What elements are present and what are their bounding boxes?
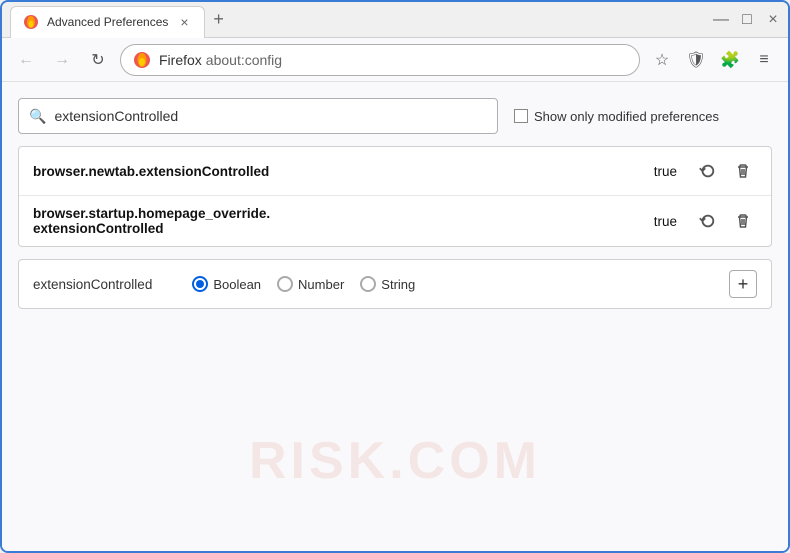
- main-content: RISK.COM 🔍 Show only modified preference…: [2, 82, 788, 551]
- add-preference-row: extensionControlled Boolean Number: [18, 259, 772, 309]
- string-label: String: [381, 277, 415, 292]
- extension-icon[interactable]: 🧩: [716, 46, 744, 74]
- address-url: about:config: [206, 52, 282, 68]
- address-text: Firefox about:config: [159, 52, 282, 68]
- results-table: browser.newtab.extensionControlled true: [18, 146, 772, 247]
- reset-button-2[interactable]: [693, 207, 721, 235]
- modified-only-label: Show only modified preferences: [534, 109, 719, 124]
- number-label: Number: [298, 277, 344, 292]
- bookmark-icon[interactable]: ☆: [648, 46, 676, 74]
- boolean-radio[interactable]: [192, 276, 208, 292]
- address-bar[interactable]: Firefox about:config: [120, 44, 640, 76]
- forward-button[interactable]: →: [48, 46, 76, 74]
- close-button[interactable]: ×: [766, 13, 780, 27]
- browser-tab[interactable]: Advanced Preferences ×: [10, 6, 205, 38]
- add-preference-button[interactable]: +: [729, 270, 757, 298]
- number-radio-label[interactable]: Number: [277, 276, 344, 292]
- result-actions-2: [693, 207, 757, 235]
- result-value-1: true: [654, 164, 677, 179]
- result-actions-1: [693, 157, 757, 185]
- boolean-radio-label[interactable]: Boolean: [192, 276, 261, 292]
- back-button[interactable]: ←: [12, 46, 40, 74]
- table-row: browser.startup.homepage_override. exten…: [19, 196, 771, 246]
- result-value-2: true: [654, 214, 677, 229]
- browser-window: Advanced Preferences × + — □ × ← → ↻ Fir…: [0, 0, 790, 553]
- reset-button-1[interactable]: [693, 157, 721, 185]
- search-input[interactable]: [54, 108, 487, 124]
- toolbar-icons: ☆ 🛡 🧩 ≡: [648, 46, 778, 74]
- delete-button-2[interactable]: [729, 207, 757, 235]
- tab-favicon: [23, 14, 39, 30]
- boolean-radio-inner: [196, 280, 204, 288]
- modified-only-checkbox-label[interactable]: Show only modified preferences: [514, 109, 719, 124]
- minimize-button[interactable]: —: [714, 13, 728, 27]
- watermark: RISK.COM: [249, 431, 541, 491]
- table-row: browser.newtab.extensionControlled true: [19, 147, 771, 196]
- title-bar: Advanced Preferences × + — □ ×: [2, 2, 788, 38]
- delete-button-1[interactable]: [729, 157, 757, 185]
- new-tab-button[interactable]: +: [205, 9, 232, 30]
- maximize-button[interactable]: □: [740, 13, 754, 27]
- string-radio-label[interactable]: String: [360, 276, 415, 292]
- result-key-2: browser.startup.homepage_override. exten…: [33, 206, 654, 236]
- search-box[interactable]: 🔍: [18, 98, 498, 134]
- search-row: 🔍 Show only modified preferences: [18, 98, 772, 134]
- string-radio[interactable]: [360, 276, 376, 292]
- result-key-1: browser.newtab.extensionControlled: [33, 164, 654, 179]
- new-pref-key: extensionControlled: [33, 277, 152, 292]
- window-controls: — □ ×: [714, 13, 780, 27]
- number-radio[interactable]: [277, 276, 293, 292]
- firefox-icon: [133, 51, 151, 69]
- tab-close-button[interactable]: ×: [176, 14, 192, 30]
- boolean-label: Boolean: [213, 277, 261, 292]
- refresh-button[interactable]: ↻: [84, 46, 112, 74]
- modified-only-checkbox[interactable]: [514, 109, 528, 123]
- type-radio-group: Boolean Number String: [192, 276, 415, 292]
- site-name: Firefox: [159, 52, 202, 68]
- menu-icon[interactable]: ≡: [750, 46, 778, 74]
- shield-icon[interactable]: 🛡: [682, 46, 710, 74]
- tab-title: Advanced Preferences: [47, 15, 168, 29]
- search-icon: 🔍: [29, 108, 46, 125]
- navigation-bar: ← → ↻ Firefox about:config ☆ 🛡 🧩 ≡: [2, 38, 788, 82]
